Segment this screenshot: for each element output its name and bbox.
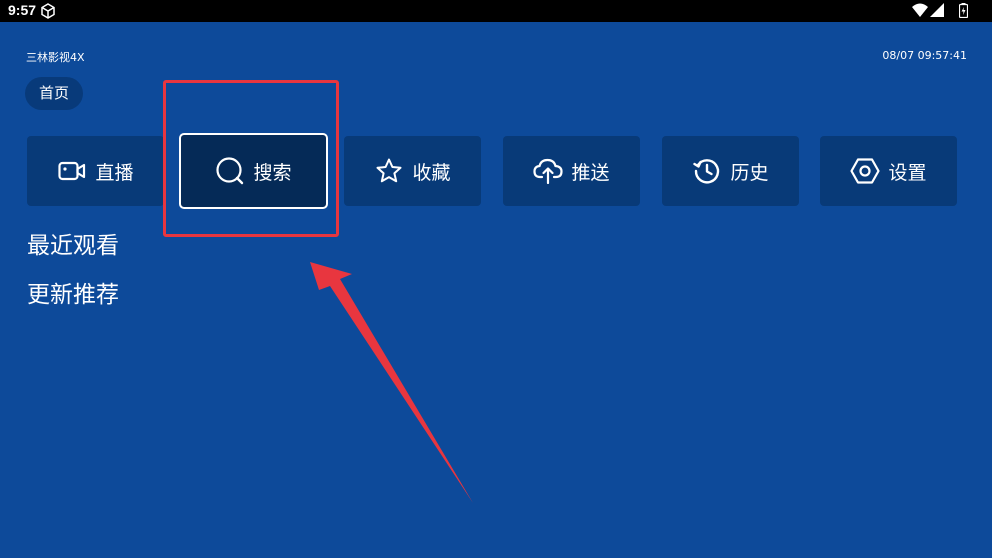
- settings-label: 设置: [888, 161, 927, 184]
- video-camera-icon: [57, 156, 87, 186]
- history-label: 历史: [730, 161, 769, 184]
- live-label: 直播: [95, 161, 134, 184]
- star-icon: [374, 156, 404, 186]
- history-icon: [692, 156, 722, 186]
- wifi-icon: [912, 3, 928, 17]
- history-button[interactable]: 历史: [662, 136, 799, 206]
- annotation-highlight-box: [163, 80, 339, 237]
- clock: 08/07 09:57:41: [882, 49, 967, 62]
- app-cube-icon: [40, 3, 56, 23]
- recommended-updates-title: 更新推荐: [27, 282, 119, 308]
- app-area: 三林影视4X 08/07 09:57:41 首页 直播 搜索 收藏 推送 历史 …: [0, 22, 992, 558]
- push-label: 推送: [571, 161, 610, 184]
- live-button[interactable]: 直播: [27, 136, 164, 206]
- push-button[interactable]: 推送: [503, 136, 640, 206]
- status-bar: 9:57: [0, 0, 992, 22]
- app-name: 三林影视4X: [26, 51, 85, 64]
- signal-icon: [930, 3, 944, 17]
- status-time: 9:57: [8, 2, 37, 18]
- favorites-button[interactable]: 收藏: [344, 136, 481, 206]
- tab-home[interactable]: 首页: [25, 77, 83, 110]
- settings-icon: [850, 156, 881, 186]
- settings-button[interactable]: 设置: [820, 136, 957, 206]
- cloud-upload-icon: [533, 156, 564, 186]
- battery-icon: [959, 3, 968, 18]
- recent-watch-title: 最近观看: [27, 233, 119, 259]
- favorites-label: 收藏: [412, 161, 451, 184]
